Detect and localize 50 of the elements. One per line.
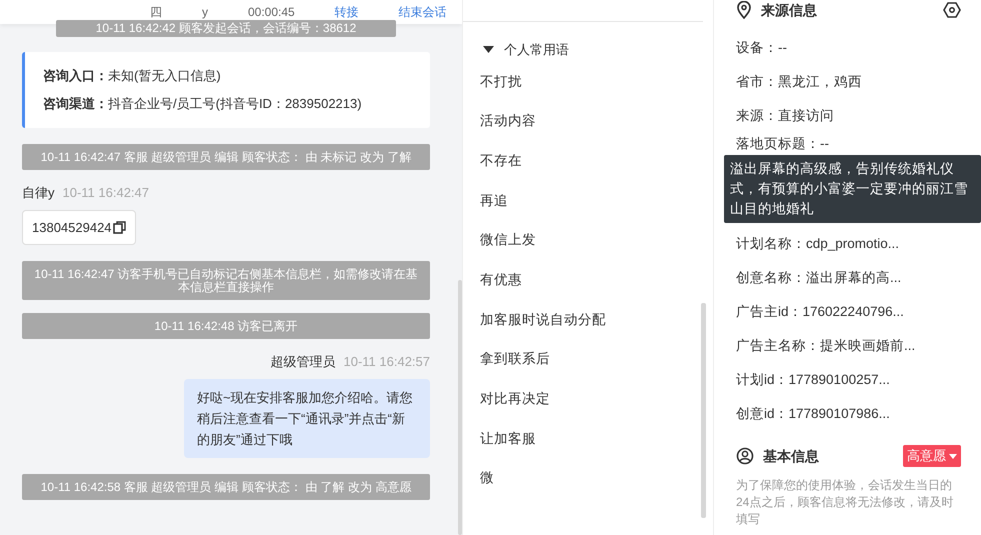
info-field: 创意id：177890107986... [736, 397, 961, 431]
info-field: 落地页标题：-- [736, 133, 961, 155]
phrase-item[interactable]: 加客服时说自动分配 [480, 312, 606, 327]
group-title[interactable]: 个人常用语 [504, 40, 569, 60]
phrase-item[interactable]: 对比再决定 [480, 391, 550, 406]
system-message: 10-11 16:42:47 客服 超级管理员 编辑 顾客状态： 由 未标记 改为 了解 [22, 144, 430, 170]
system-message: 10-11 16:42:47 访客手机号已自动标记右侧基本信息栏，如需修改请在基本信息栏直接操作 [22, 261, 430, 300]
tooltip: 溢出屏幕的高级感，告别传统婚礼仪式，有预算的小富婆一定要冲的丽江雪山目的地婚礼 [724, 155, 981, 223]
info-field: 设备：-- [736, 31, 961, 65]
info-field: 广告主名称：提米映画婚前... [736, 329, 961, 363]
header-link[interactable]: 转接 [334, 3, 359, 21]
phrase-item[interactable]: 让加客服 [480, 430, 536, 446]
sender-name: 自律y [22, 185, 54, 200]
user-icon [736, 447, 754, 465]
phone-number: 13804529424 [32, 218, 112, 236]
header-text: 四 [150, 4, 162, 21]
message-time: 10-11 16:42:57 [344, 354, 430, 369]
notice-text: 为了保障您的使用体验，会话发生当日的24点之后，顾客信息将无法修改，请及时填写 [736, 477, 954, 528]
settings-icon[interactable] [943, 1, 961, 19]
phrase-item[interactable]: 拿到联系后 [480, 351, 550, 366]
phrase-item[interactable]: 不存在 [480, 152, 522, 168]
phrase-item[interactable]: 微 [480, 470, 494, 486]
header-link[interactable]: 结束会话 [398, 3, 447, 21]
info-field: 来源：直接访问 [736, 99, 961, 133]
caret-icon [949, 454, 957, 458]
section-title: 基本信息 [763, 446, 819, 466]
header-text: y [202, 4, 208, 21]
section-title: 来源信息 [761, 0, 817, 20]
intent-dropdown[interactable]: 高意愿 [903, 445, 961, 467]
info-field: 广告主id：176022240796... [736, 295, 961, 329]
info-field: 计划名称：cdp_promotio... [736, 227, 961, 261]
system-message: 10-11 16:42:58 客服 超级管理员 编辑 顾客状态： 由 了解 改为 高意愿 [22, 474, 430, 500]
copy-icon [112, 220, 126, 234]
info-field: 计划id：177890100257... [736, 363, 961, 397]
info-line: 咨询入口：未知(暂无入口信息) [43, 67, 222, 85]
message-bubble: 好哒~现在安排客服加您介绍哈。请您稍后注意查看一下“通讯录”并点击“新的朋友”通过下哦 [184, 378, 430, 458]
info-line: 咨询渠道：抖音企业号/员工号(抖音号ID：2839502213) [43, 95, 363, 113]
sender-name: 超级管理员 [270, 354, 336, 369]
system-message: 10-11 16:42:42 顾客发起会话，会话编号：38612 [56, 20, 396, 37]
phrase-item[interactable]: 不打扰 [480, 74, 522, 88]
phrase-item[interactable]: 微信上发 [480, 232, 536, 248]
location-icon [736, 1, 752, 19]
header-text: 00:00:45 [248, 4, 295, 21]
info-field: 省市：黑龙江，鸡西 [736, 65, 961, 99]
phrase-item[interactable]: 有优惠 [480, 272, 522, 287]
message-time: 10-11 16:42:47 [62, 185, 149, 200]
system-message: 10-11 16:42:48 访客已离开 [22, 313, 430, 339]
info-field: 创意名称：溢出屏幕的高... [736, 261, 961, 295]
phrase-item[interactable]: 活动内容 [480, 113, 536, 128]
phrase-item[interactable]: 再追 [480, 192, 508, 208]
